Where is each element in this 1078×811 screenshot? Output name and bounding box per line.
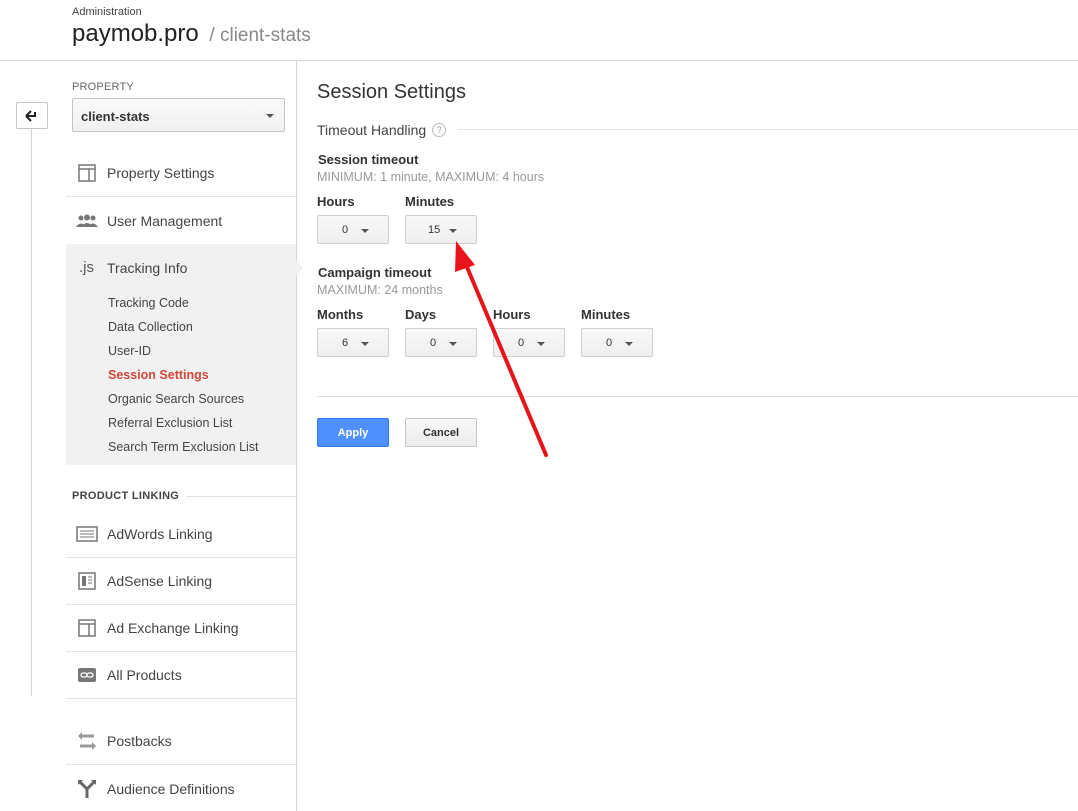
back-button[interactable]: [16, 102, 48, 129]
sidebar-item-ad-exchange-linking[interactable]: Ad Exchange Linking: [66, 605, 296, 652]
adsense-icon: [66, 572, 107, 590]
chevron-down-icon: [537, 342, 545, 346]
campaign-hours-dropdown[interactable]: 0: [493, 328, 565, 357]
sidebar-item-label: Postbacks: [107, 733, 172, 749]
session-minutes-label: Minutes: [405, 194, 455, 209]
account-name[interactable]: paymob.pro: [72, 20, 199, 47]
sidebar-item-postbacks[interactable]: Postbacks: [66, 718, 296, 765]
dropdown-value: 0: [517, 337, 525, 349]
form-divider: [317, 396, 1078, 397]
breadcrumb: paymob.pro / client-stats: [72, 20, 311, 48]
sidebar-item-label: Ad Exchange Linking: [107, 620, 239, 636]
property-select[interactable]: client-stats: [72, 98, 285, 132]
sidebar-item-label: Tracking Info: [107, 259, 188, 276]
sidebar-item-adwords-linking[interactable]: AdWords Linking: [66, 511, 296, 558]
sidebar-item-label: AdWords Linking: [107, 526, 213, 542]
sidebar-item-label: Audience Definitions: [107, 780, 235, 797]
chevron-down-icon: [449, 342, 457, 346]
campaign-timeout-title: Campaign timeout: [318, 265, 432, 280]
chevron-down-icon: [266, 114, 274, 118]
sidebar-subitem-referral-exclusion-list[interactable]: Referral Exclusion List: [108, 416, 232, 430]
chevron-down-icon: [361, 342, 369, 346]
sidebar-subitem-organic-search-sources[interactable]: Organic Search Sources: [108, 392, 244, 406]
rail-divider: [31, 129, 32, 696]
sidebar-item-tracking-info[interactable]: .js Tracking Info: [66, 244, 296, 291]
tracking-info-group: .js Tracking Info Tracking Code Data Col…: [66, 244, 296, 465]
sidebar-item-label: User Management: [107, 212, 223, 229]
section-divider: [186, 496, 296, 497]
session-timeout-title: Session timeout: [318, 152, 419, 167]
campaign-months-label: Months: [317, 307, 364, 322]
apply-button[interactable]: Apply: [317, 418, 389, 447]
session-minutes-dropdown[interactable]: 15: [405, 215, 477, 244]
session-hours-label: Hours: [317, 194, 355, 209]
campaign-hours-label: Hours: [493, 307, 531, 322]
dropdown-value: 6: [341, 337, 349, 349]
campaign-months-dropdown[interactable]: 6: [317, 328, 389, 357]
postbacks-icon: [66, 731, 107, 751]
sidebar: PROPERTY client-stats Property Settings …: [66, 61, 303, 811]
sidebar-subitem-session-settings[interactable]: Session Settings: [108, 368, 209, 382]
dropdown-value: 0: [605, 337, 613, 349]
sidebar-item-property-settings[interactable]: Property Settings: [66, 150, 296, 197]
sidebar-item-all-products[interactable]: All Products: [66, 652, 296, 699]
section-divider: [458, 129, 1078, 130]
session-timeout-hint: MINIMUM: 1 minute, MAXIMUM: 4 hours: [317, 170, 545, 184]
back-arrow-icon: [25, 109, 36, 122]
active-pointer: [296, 260, 303, 276]
page-title: Session Settings: [317, 81, 466, 103]
cancel-button[interactable]: Cancel: [405, 418, 477, 447]
campaign-minutes-dropdown[interactable]: 0: [581, 328, 653, 357]
session-hours-dropdown[interactable]: 0: [317, 215, 389, 244]
sidebar-item-label: All Products: [107, 667, 182, 683]
sidebar-item-adsense-linking[interactable]: AdSense Linking: [66, 558, 296, 605]
chevron-down-icon: [449, 229, 457, 233]
campaign-days-label: Days: [405, 307, 437, 322]
help-icon[interactable]: ?: [432, 123, 447, 137]
sidebar-item-audience-definitions[interactable]: Audience Definitions: [66, 765, 296, 811]
property-select-value: client-stats: [81, 109, 150, 124]
chevron-down-icon: [361, 229, 369, 233]
chevron-down-icon: [625, 342, 633, 346]
audience-icon: [66, 779, 107, 799]
sidebar-subitem-data-collection[interactable]: Data Collection: [108, 320, 193, 334]
sidebar-subitem-search-term-exclusion-list[interactable]: Search Term Exclusion List: [108, 440, 259, 454]
admin-label: Administration: [72, 6, 142, 18]
js-icon: .js: [79, 259, 94, 276]
main-content: Session Settings Timeout Handling ? Sess…: [317, 61, 1078, 811]
section-title-text: Timeout Handling: [317, 122, 427, 138]
ad-exchange-icon: [66, 619, 107, 637]
sidebar-item-user-management[interactable]: User Management: [66, 197, 296, 244]
adwords-icon: [66, 526, 107, 542]
campaign-days-dropdown[interactable]: 0: [405, 328, 477, 357]
link-icon: [66, 667, 107, 683]
sidebar-item-label: Property Settings: [107, 165, 215, 181]
property-label: PROPERTY: [72, 81, 134, 93]
dropdown-value: 15: [428, 224, 441, 236]
sidebar-item-label: AdSense Linking: [107, 573, 213, 589]
section-title: Timeout Handling ?: [317, 122, 447, 138]
sidebar-subitem-tracking-code[interactable]: Tracking Code: [108, 296, 189, 310]
users-icon: [66, 214, 107, 228]
dropdown-value: 0: [429, 337, 437, 349]
product-linking-label: PRODUCT LINKING: [72, 490, 180, 502]
property-settings-icon: [66, 164, 107, 182]
campaign-minutes-label: Minutes: [581, 307, 631, 322]
dropdown-value: 0: [341, 224, 349, 236]
property-path[interactable]: / client-stats: [209, 25, 310, 46]
sidebar-subitem-user-id[interactable]: User-ID: [108, 344, 151, 358]
header: Administration paymob.pro / client-stats: [0, 0, 1078, 61]
campaign-timeout-hint: MAXIMUM: 24 months: [317, 283, 443, 297]
